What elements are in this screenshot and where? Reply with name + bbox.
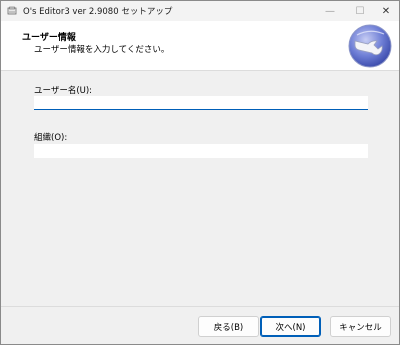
user-name-label: ユーザー名(U): [34, 86, 93, 96]
close-button[interactable]: ✕ [371, 1, 399, 21]
setup-app-icon [7, 6, 17, 16]
window-title: O's Editor3 ver 2.9080 セットアップ [23, 7, 173, 17]
title-bar[interactable]: O's Editor3 ver 2.9080 セットアップ — ☐ ✕ [1, 1, 399, 21]
page-title: ユーザー情報 [22, 33, 76, 43]
back-button[interactable]: 戻る(B) [198, 316, 259, 337]
setup-window: O's Editor3 ver 2.9080 セットアップ — ☐ ✕ ユーザー… [0, 0, 400, 345]
organization-input[interactable] [34, 144, 368, 158]
next-button[interactable]: 次へ(N) [260, 316, 321, 337]
footer-divider [1, 306, 399, 307]
user-name-input[interactable] [34, 96, 368, 110]
cancel-button[interactable]: キャンセル [330, 316, 391, 337]
organization-label: 組織(O): [34, 133, 68, 143]
page-subtitle: ユーザー情報を入力してください。 [34, 45, 170, 55]
wizard-header: ユーザー情報 ユーザー情報を入力してください。 [1, 21, 399, 71]
globe-wrench-logo-icon [346, 22, 394, 70]
minimize-button[interactable]: — [315, 1, 345, 21]
